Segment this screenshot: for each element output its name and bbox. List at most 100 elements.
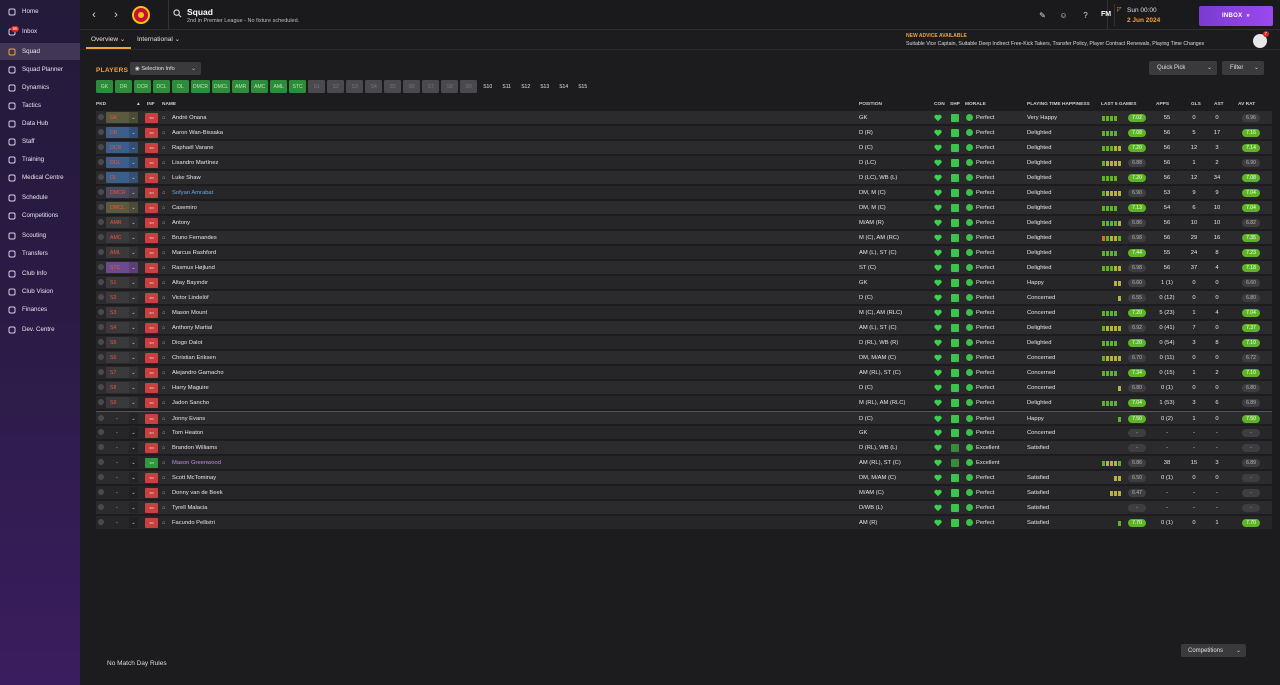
table-row[interactable]: DCR ⌄ ▭ ⌂ Raphaël Varane D (C) Perfect Delighte… bbox=[96, 141, 1272, 155]
chevron-down-icon[interactable]: ⌄ bbox=[129, 427, 138, 438]
position-button-s1[interactable]: S1 bbox=[308, 80, 326, 93]
picked-indicator[interactable] bbox=[98, 489, 104, 495]
col-con[interactable]: CON bbox=[934, 102, 945, 107]
table-row[interactable]: S6 ⌄ ▭ ⌂ Christian Eriksen DM, M/AM (C) Perfec… bbox=[96, 351, 1272, 365]
position-button-s5[interactable]: S5 bbox=[384, 80, 402, 93]
chevron-down-icon[interactable]: ⌄ bbox=[129, 517, 138, 528]
info-flag-icon[interactable]: ▭ bbox=[145, 293, 158, 303]
info-flag-icon[interactable]: ▭ bbox=[145, 308, 158, 318]
info-flag-icon[interactable]: ▭ bbox=[145, 173, 158, 183]
info-flag-icon[interactable]: ▭ bbox=[145, 203, 158, 213]
picked-indicator[interactable] bbox=[98, 159, 104, 165]
position-button-s2[interactable]: S2 bbox=[327, 80, 345, 93]
back-button[interactable]: ‹ bbox=[86, 7, 102, 23]
info-flag-icon[interactable]: ▭ bbox=[145, 458, 158, 468]
table-row[interactable]: DMCR ⌄ ▭ ⌂ Sofyan Amrabat DM, M (C) Perfect Del… bbox=[96, 186, 1272, 200]
table-row[interactable]: DMCL ⌄ ▭ ⌂ Casemiro DM, M (C) Perfect Delighted… bbox=[96, 201, 1272, 215]
info-flag-icon[interactable]: ▭ bbox=[145, 473, 158, 483]
position-button-amr[interactable]: AMR bbox=[232, 80, 250, 93]
sidebar-item-medical-centre[interactable]: Medical Centre bbox=[0, 169, 80, 186]
col-name[interactable]: NAME bbox=[162, 102, 176, 107]
col-inf[interactable]: INF bbox=[147, 102, 155, 107]
player-name[interactable]: Jadon Sancho bbox=[172, 400, 209, 406]
advice-text[interactable]: Suitable Vice Captain, Suitable Deep Ind… bbox=[906, 41, 1204, 47]
col-playing-time[interactable]: PLAYING TIME HAPPINESS bbox=[1027, 102, 1090, 107]
table-row[interactable]: S4 ⌄ ▭ ⌂ Anthony Martial AM (L), ST (C) Perfec… bbox=[96, 321, 1272, 335]
chevron-down-icon[interactable]: ⌄ bbox=[129, 352, 138, 363]
forward-button[interactable]: › bbox=[108, 7, 124, 23]
sidebar-item-finances[interactable]: Finances bbox=[0, 301, 80, 318]
picked-indicator[interactable] bbox=[98, 129, 104, 135]
sidebar-item-dev-centre[interactable]: Dev. Centre bbox=[0, 321, 80, 338]
chevron-down-icon[interactable]: ⌄ bbox=[129, 397, 138, 408]
sidebar-item-squad[interactable]: Squad bbox=[0, 43, 80, 60]
info-flag-icon[interactable]: ▭ bbox=[145, 428, 158, 438]
player-name[interactable]: Anthony Martial bbox=[172, 325, 212, 331]
info-flag-icon[interactable]: ▭ bbox=[145, 218, 158, 228]
position-button-s6[interactable]: S6 bbox=[403, 80, 421, 93]
picked-indicator[interactable] bbox=[98, 369, 104, 375]
picked-indicator[interactable] bbox=[98, 444, 104, 450]
table-row[interactable]: AMC ⌄ ▭ ⌂ Bruno Fernandes M (C), AM (RC) Perfe… bbox=[96, 231, 1272, 245]
tab-overview[interactable]: Overview ⌄ bbox=[91, 35, 125, 43]
player-name[interactable]: Mason Mount bbox=[172, 310, 207, 316]
player-name[interactable]: Mason Greenwood bbox=[172, 460, 221, 466]
table-row[interactable]: - ⌄ ▭ ⌂ Scott McTominay DM, M/AM (C) Perfect Sa… bbox=[96, 471, 1272, 485]
position-button-s14[interactable]: S14 bbox=[555, 80, 572, 93]
player-name[interactable]: Scott McTominay bbox=[172, 475, 216, 481]
picked-indicator[interactable] bbox=[98, 144, 104, 150]
chevron-down-icon[interactable]: ⌄ bbox=[129, 472, 138, 483]
player-name[interactable]: Jonny Evans bbox=[172, 416, 205, 422]
position-button-dmcl[interactable]: DMCL bbox=[212, 80, 231, 93]
info-flag-icon[interactable]: ▭ bbox=[145, 518, 158, 528]
player-name[interactable]: Aaron Wan-Bissaka bbox=[172, 130, 223, 136]
sidebar-item-staff[interactable]: Staff bbox=[0, 133, 80, 150]
picked-indicator[interactable] bbox=[98, 279, 104, 285]
chevron-down-icon[interactable]: ⌄ bbox=[129, 307, 138, 318]
col-ast[interactable]: AST bbox=[1214, 102, 1224, 107]
player-name[interactable]: Casemiro bbox=[172, 205, 197, 211]
chevron-down-icon[interactable]: ⌄ bbox=[129, 217, 138, 228]
table-row[interactable]: GK ⌄ ▭ ⌂ André Onana GK Perfect Very Happy 7.02 5… bbox=[96, 111, 1272, 125]
table-row[interactable]: AML ⌄ ▭ ⌂ Marcus Rashford AM (L), ST (C) Perfe… bbox=[96, 246, 1272, 260]
help-icon[interactable]: ? bbox=[1080, 10, 1091, 21]
info-flag-icon[interactable]: ▭ bbox=[145, 263, 158, 273]
position-button-s9[interactable]: S9 bbox=[460, 80, 478, 93]
player-name[interactable]: Antony bbox=[172, 220, 190, 226]
position-button-dmcr[interactable]: DMCR bbox=[191, 80, 210, 93]
picked-indicator[interactable] bbox=[98, 519, 104, 525]
chevron-down-icon[interactable]: ⌄ bbox=[129, 172, 138, 183]
chevron-down-icon[interactable]: ⌄ bbox=[129, 202, 138, 213]
position-button-dcl[interactable]: DCL bbox=[153, 80, 170, 93]
info-flag-icon[interactable]: ▭ bbox=[145, 414, 158, 424]
chevron-down-icon[interactable]: ⌄ bbox=[129, 457, 138, 468]
info-flag-icon[interactable]: ▭ bbox=[145, 398, 158, 408]
picked-indicator[interactable] bbox=[98, 249, 104, 255]
picked-indicator[interactable] bbox=[98, 415, 104, 421]
info-flag-icon[interactable]: ▭ bbox=[145, 128, 158, 138]
sidebar-item-training[interactable]: Training bbox=[0, 151, 80, 168]
table-row[interactable]: - ⌄ ▭ ⌂ Donny van de Beek M/AM (C) Perfect Sati… bbox=[96, 486, 1272, 500]
player-name[interactable]: Raphaël Varane bbox=[172, 145, 213, 151]
player-name[interactable]: Facundo Pellistri bbox=[172, 520, 215, 526]
position-button-gk[interactable]: GK bbox=[96, 80, 113, 93]
sort-icon[interactable]: ▲ bbox=[136, 102, 141, 107]
table-row[interactable]: S7 ⌄ ▭ ⌂ Alejandro Garnacho AM (RL), ST (C) Pe… bbox=[96, 366, 1272, 380]
info-flag-icon[interactable]: ▭ bbox=[145, 338, 158, 348]
table-row[interactable]: S9 ⌄ ▭ ⌂ Jadon Sancho M (RL), AM (RLC) Perfect… bbox=[96, 396, 1272, 410]
info-flag-icon[interactable]: ▭ bbox=[145, 188, 158, 198]
table-row[interactable]: S3 ⌄ ▭ ⌂ Mason Mount M (C), AM (RLC) Perfect Co… bbox=[96, 306, 1272, 320]
position-button-s8[interactable]: S8 bbox=[441, 80, 459, 93]
col-pkd[interactable]: PKD bbox=[96, 102, 106, 107]
inbox-continue-button[interactable]: INBOX » bbox=[1199, 6, 1273, 26]
player-name[interactable]: Sofyan Amrabat bbox=[172, 190, 213, 196]
info-flag-icon[interactable]: ▭ bbox=[145, 278, 158, 288]
table-row[interactable]: - ⌄ ▭ ⌂ Mason Greenwood AM (RL), ST (C) Excell… bbox=[96, 456, 1272, 470]
picked-indicator[interactable] bbox=[98, 399, 104, 405]
sidebar-item-schedule[interactable]: Schedule bbox=[0, 189, 80, 206]
picked-indicator[interactable] bbox=[98, 174, 104, 180]
table-row[interactable]: - ⌄ ▭ ⌂ Tom Heaton GK Perfect Concerned - - - - - bbox=[96, 426, 1272, 440]
table-row[interactable]: - ⌄ ▭ ⌂ Brandon Williams D (RL), WB (L) Excell… bbox=[96, 441, 1272, 455]
sidebar-item-data-hub[interactable]: Data Hub bbox=[0, 115, 80, 132]
table-row[interactable]: S5 ⌄ ▭ ⌂ Diogo Dalot D (RL), WB (R) Perfect Del… bbox=[96, 336, 1272, 350]
